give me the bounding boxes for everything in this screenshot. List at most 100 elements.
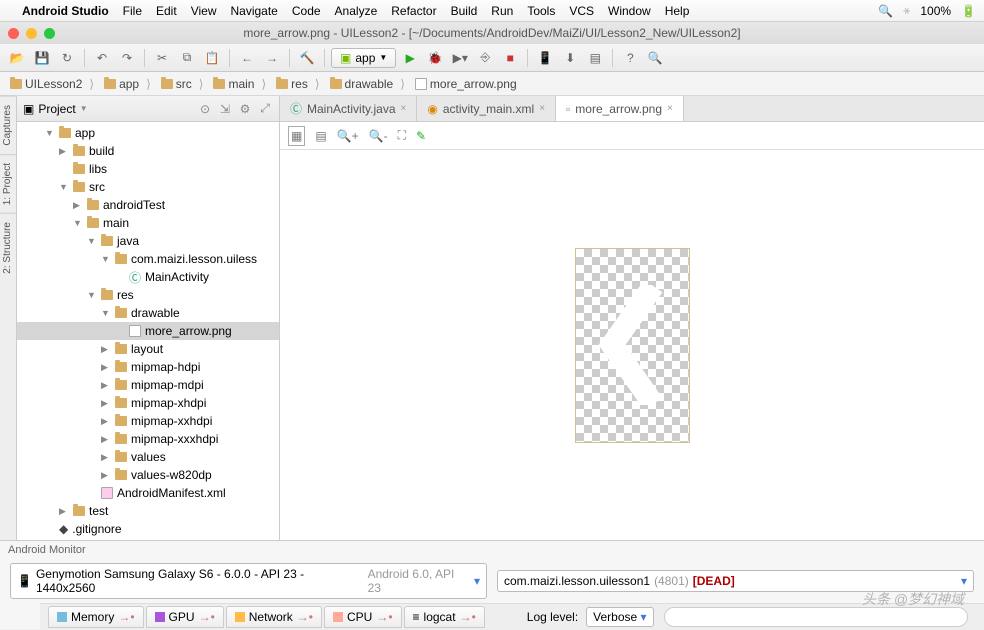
breadcrumb-item[interactable]: UILesson2: [6, 76, 98, 92]
menu-build[interactable]: Build: [451, 4, 478, 18]
menu-edit[interactable]: Edit: [156, 4, 177, 18]
forward-button[interactable]: →: [261, 47, 283, 69]
zoom-fit-button[interactable]: ⛶: [398, 128, 406, 143]
tree-expand-arrow[interactable]: ▼: [87, 290, 97, 300]
breadcrumb-item[interactable]: app: [100, 76, 155, 92]
menu-tools[interactable]: Tools: [527, 4, 555, 18]
tree-expand-arrow[interactable]: ▼: [59, 182, 69, 192]
tree-node[interactable]: ▼java: [17, 232, 279, 250]
tree-node[interactable]: ▶values-w820dp: [17, 466, 279, 484]
stop-button[interactable]: ■: [499, 47, 521, 69]
tree-expand-arrow[interactable]: ▶: [59, 146, 69, 157]
project-tree[interactable]: ▼app▶buildlibs▼src▶androidTest▼main▼java…: [17, 122, 279, 540]
minimize-window-button[interactable]: [26, 28, 37, 39]
attach-debugger-button[interactable]: ⎆: [474, 47, 496, 69]
sync-button[interactable]: ↻: [56, 47, 78, 69]
menu-file[interactable]: File: [123, 4, 142, 18]
zoom-window-button[interactable]: [44, 28, 55, 39]
tree-expand-arrow[interactable]: ▶: [73, 200, 83, 211]
select-tool-button[interactable]: ▦: [288, 126, 305, 146]
close-tab-button[interactable]: ×: [667, 103, 673, 114]
paste-button[interactable]: 📋: [201, 47, 223, 69]
tree-node[interactable]: ▼com.maizi.lesson.uiless: [17, 250, 279, 268]
close-window-button[interactable]: [8, 28, 19, 39]
side-tab-project[interactable]: 1: Project: [0, 154, 16, 213]
android-monitor-button[interactable]: ▤: [584, 47, 606, 69]
run-dropdown[interactable]: ▶▾: [449, 47, 471, 69]
settings-gear-icon[interactable]: ⚙: [237, 101, 253, 117]
tree-expand-arrow[interactable]: ▶: [101, 398, 111, 409]
hide-panel-button[interactable]: ⤢: [257, 101, 273, 117]
menu-view[interactable]: View: [191, 4, 217, 18]
tree-expand-arrow[interactable]: ▶: [101, 344, 111, 355]
tree-node[interactable]: more_arrow.png: [17, 322, 279, 340]
project-view-label[interactable]: Project: [38, 102, 75, 116]
tree-node[interactable]: ▶mipmap-hdpi: [17, 358, 279, 376]
editor-tab[interactable]: ▫more_arrow.png×: [556, 96, 684, 121]
grid-tool-button[interactable]: ▤: [315, 129, 326, 143]
tree-node[interactable]: libs: [17, 160, 279, 178]
tree-expand-arrow[interactable]: ▶: [59, 506, 69, 517]
spotlight-icon[interactable]: 🔍: [878, 4, 893, 18]
scroll-from-source-button[interactable]: ⊙: [197, 101, 213, 117]
side-tab-captures[interactable]: Captures: [0, 96, 16, 154]
save-button[interactable]: 💾: [31, 47, 53, 69]
tree-expand-arrow[interactable]: ▶: [101, 434, 111, 445]
menu-code[interactable]: Code: [292, 4, 321, 18]
logcat-search-input[interactable]: [664, 607, 968, 627]
help-button[interactable]: ?: [619, 47, 641, 69]
tree-node[interactable]: ▼main: [17, 214, 279, 232]
open-button[interactable]: 📂: [6, 47, 28, 69]
color-picker-button[interactable]: ✎: [416, 129, 426, 143]
tree-node[interactable]: ▶values: [17, 448, 279, 466]
tree-expand-arrow[interactable]: ▶: [101, 470, 111, 481]
collapse-all-button[interactable]: ⇲: [217, 101, 233, 117]
menu-window[interactable]: Window: [608, 4, 651, 18]
tree-node[interactable]: AndroidManifest.xml: [17, 484, 279, 502]
zoom-in-button[interactable]: 🔍+: [337, 129, 359, 143]
close-tab-button[interactable]: ×: [539, 103, 545, 114]
tree-expand-arrow[interactable]: ▶: [101, 380, 111, 391]
editor-tab[interactable]: ◉activity_main.xml×: [417, 96, 556, 121]
tree-expand-arrow[interactable]: ▼: [101, 254, 111, 264]
menu-help[interactable]: Help: [665, 4, 690, 18]
tree-node[interactable]: ▼src: [17, 178, 279, 196]
copy-button[interactable]: ⧉: [176, 47, 198, 69]
menu-analyze[interactable]: Analyze: [335, 4, 378, 18]
device-selector[interactable]: 📱 Genymotion Samsung Galaxy S6 - 6.0.0 -…: [10, 563, 487, 599]
breadcrumb-item[interactable]: res: [272, 76, 323, 92]
tree-node[interactable]: ▶mipmap-xhdpi: [17, 394, 279, 412]
breadcrumb-item[interactable]: src: [157, 76, 208, 92]
tree-node[interactable]: ▶mipmap-xxxhdpi: [17, 430, 279, 448]
breadcrumb-item[interactable]: main: [209, 76, 270, 92]
tree-expand-arrow[interactable]: ▶: [101, 452, 111, 463]
debug-button[interactable]: 🐞: [424, 47, 446, 69]
make-button[interactable]: 🔨: [296, 47, 318, 69]
tree-node[interactable]: ▶mipmap-xxhdpi: [17, 412, 279, 430]
tree-node[interactable]: ⒸMainActivity: [17, 268, 279, 286]
redo-button[interactable]: ↷: [116, 47, 138, 69]
run-config-selector[interactable]: ▣ app ▼: [331, 48, 396, 68]
log-level-selector[interactable]: Verbose ▾: [586, 607, 653, 627]
tree-node[interactable]: ▼res: [17, 286, 279, 304]
sdk-manager-button[interactable]: ⬇: [559, 47, 581, 69]
app-name[interactable]: Android Studio: [22, 4, 109, 18]
tree-node[interactable]: ▶build: [17, 142, 279, 160]
zoom-out-button[interactable]: 🔍-: [369, 129, 388, 143]
tree-node[interactable]: ▶test: [17, 502, 279, 520]
back-button[interactable]: ←: [236, 47, 258, 69]
run-button[interactable]: ▶: [399, 47, 421, 69]
tree-node[interactable]: ◆.gitignore: [17, 520, 279, 538]
image-canvas[interactable]: [280, 150, 984, 540]
tree-node[interactable]: ▼app: [17, 124, 279, 142]
close-tab-button[interactable]: ×: [401, 103, 407, 114]
tree-expand-arrow[interactable]: ▶: [101, 416, 111, 427]
tree-expand-arrow[interactable]: ▼: [101, 308, 111, 318]
tree-expand-arrow[interactable]: ▼: [45, 128, 55, 138]
monitor-tab-gpu[interactable]: GPU→•: [146, 606, 224, 628]
breadcrumb-item[interactable]: more_arrow.png: [411, 76, 521, 92]
side-tab-structure[interactable]: 2: Structure: [0, 213, 16, 282]
monitor-tab-logcat[interactable]: ≡logcat→•: [404, 606, 485, 628]
editor-tab[interactable]: ⒸMainActivity.java×: [280, 96, 417, 121]
menu-run[interactable]: Run: [491, 4, 513, 18]
